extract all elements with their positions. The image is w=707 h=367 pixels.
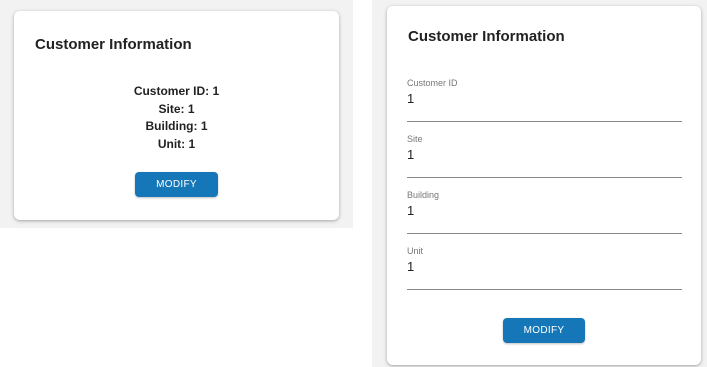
edit-card-title: Customer Information — [408, 28, 565, 45]
site-text: Site: 1 — [158, 101, 195, 116]
unit-text: Unit: 1 — [157, 136, 196, 151]
unit-input[interactable]: 1 — [407, 259, 682, 274]
modify-button[interactable]: MODIFY — [503, 318, 585, 343]
building-field[interactable]: Building 1 — [407, 190, 682, 234]
customer-id-text: Customer ID: 1 — [133, 84, 220, 98]
customer-summary: Customer ID: 1 Site: 1 Building: 1 Unit:… — [14, 83, 339, 153]
building-label: Building — [407, 190, 440, 200]
unit-label: Unit — [407, 246, 424, 256]
customer-id-field[interactable]: Customer ID 1 — [407, 78, 682, 122]
customer-info-view-card: Customer Information Customer ID: 1 Site… — [14, 11, 339, 220]
building-input[interactable]: 1 — [407, 203, 682, 218]
modify-button[interactable]: MODIFY — [135, 172, 218, 197]
unit-field[interactable]: Unit 1 — [407, 246, 682, 290]
customer-id-label: Customer ID — [407, 78, 458, 88]
site-label: Site — [407, 134, 423, 144]
customer-id-input[interactable]: 1 — [407, 91, 682, 106]
customer-info-edit-card: Customer Information Customer ID 1 Site … — [387, 6, 701, 365]
view-card-title: Customer Information — [35, 36, 192, 53]
site-input[interactable]: 1 — [407, 147, 682, 162]
building-text: Building: 1 — [145, 119, 208, 133]
site-field[interactable]: Site 1 — [407, 134, 682, 178]
